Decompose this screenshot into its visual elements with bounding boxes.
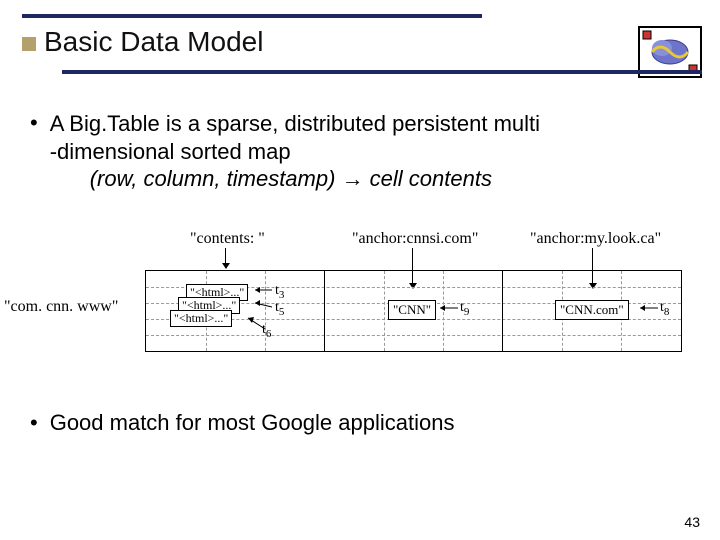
col-label-contents: "contents: " bbox=[190, 230, 265, 248]
page-number: 43 bbox=[684, 514, 700, 530]
ts-arrows-icon bbox=[240, 285, 280, 340]
map-arrow-icon: → bbox=[342, 166, 364, 191]
bullet-1: • A Big.Table is a sparse, distributed p… bbox=[30, 110, 690, 193]
cell-html-t6: "<html>..." bbox=[170, 310, 232, 327]
cell-cnncom: "CNN.com" bbox=[555, 300, 629, 320]
map-result: cell contents bbox=[364, 166, 492, 191]
col-label-anchor1: "anchor:cnnsi.com" bbox=[352, 230, 478, 248]
bullet-2: • Good match for most Google application… bbox=[30, 410, 690, 436]
bullet-dot-icon: • bbox=[30, 110, 38, 193]
arrow-down-icon bbox=[225, 248, 226, 268]
bigtable-diagram: "contents: " "anchor:cnnsi.com" "anchor:… bbox=[0, 230, 720, 370]
slide-title: Basic Data Model bbox=[44, 26, 263, 58]
body-content: • A Big.Table is a sparse, distributed p… bbox=[30, 110, 690, 193]
title-bullet-square bbox=[22, 37, 36, 51]
bullet1-line2: -dimensional sorted map bbox=[50, 139, 291, 164]
map-tuple: (row, column, timestamp) bbox=[90, 166, 336, 191]
row-key-label: "com. cnn. www" bbox=[4, 298, 118, 316]
bullet2-text: Good match for most Google applications bbox=[50, 410, 455, 436]
ts-arrow-icon bbox=[436, 302, 462, 316]
bullet-dot-icon: • bbox=[30, 410, 38, 436]
title-underline bbox=[62, 70, 702, 74]
col-label-anchor2: "anchor:my.look.ca" bbox=[530, 230, 661, 248]
top-rule bbox=[22, 14, 482, 18]
bullet1-line1: A Big.Table is a sparse, distributed per… bbox=[50, 111, 540, 136]
cell-cnn: "CNN" bbox=[388, 300, 436, 320]
ts-arrow-icon bbox=[636, 302, 662, 316]
